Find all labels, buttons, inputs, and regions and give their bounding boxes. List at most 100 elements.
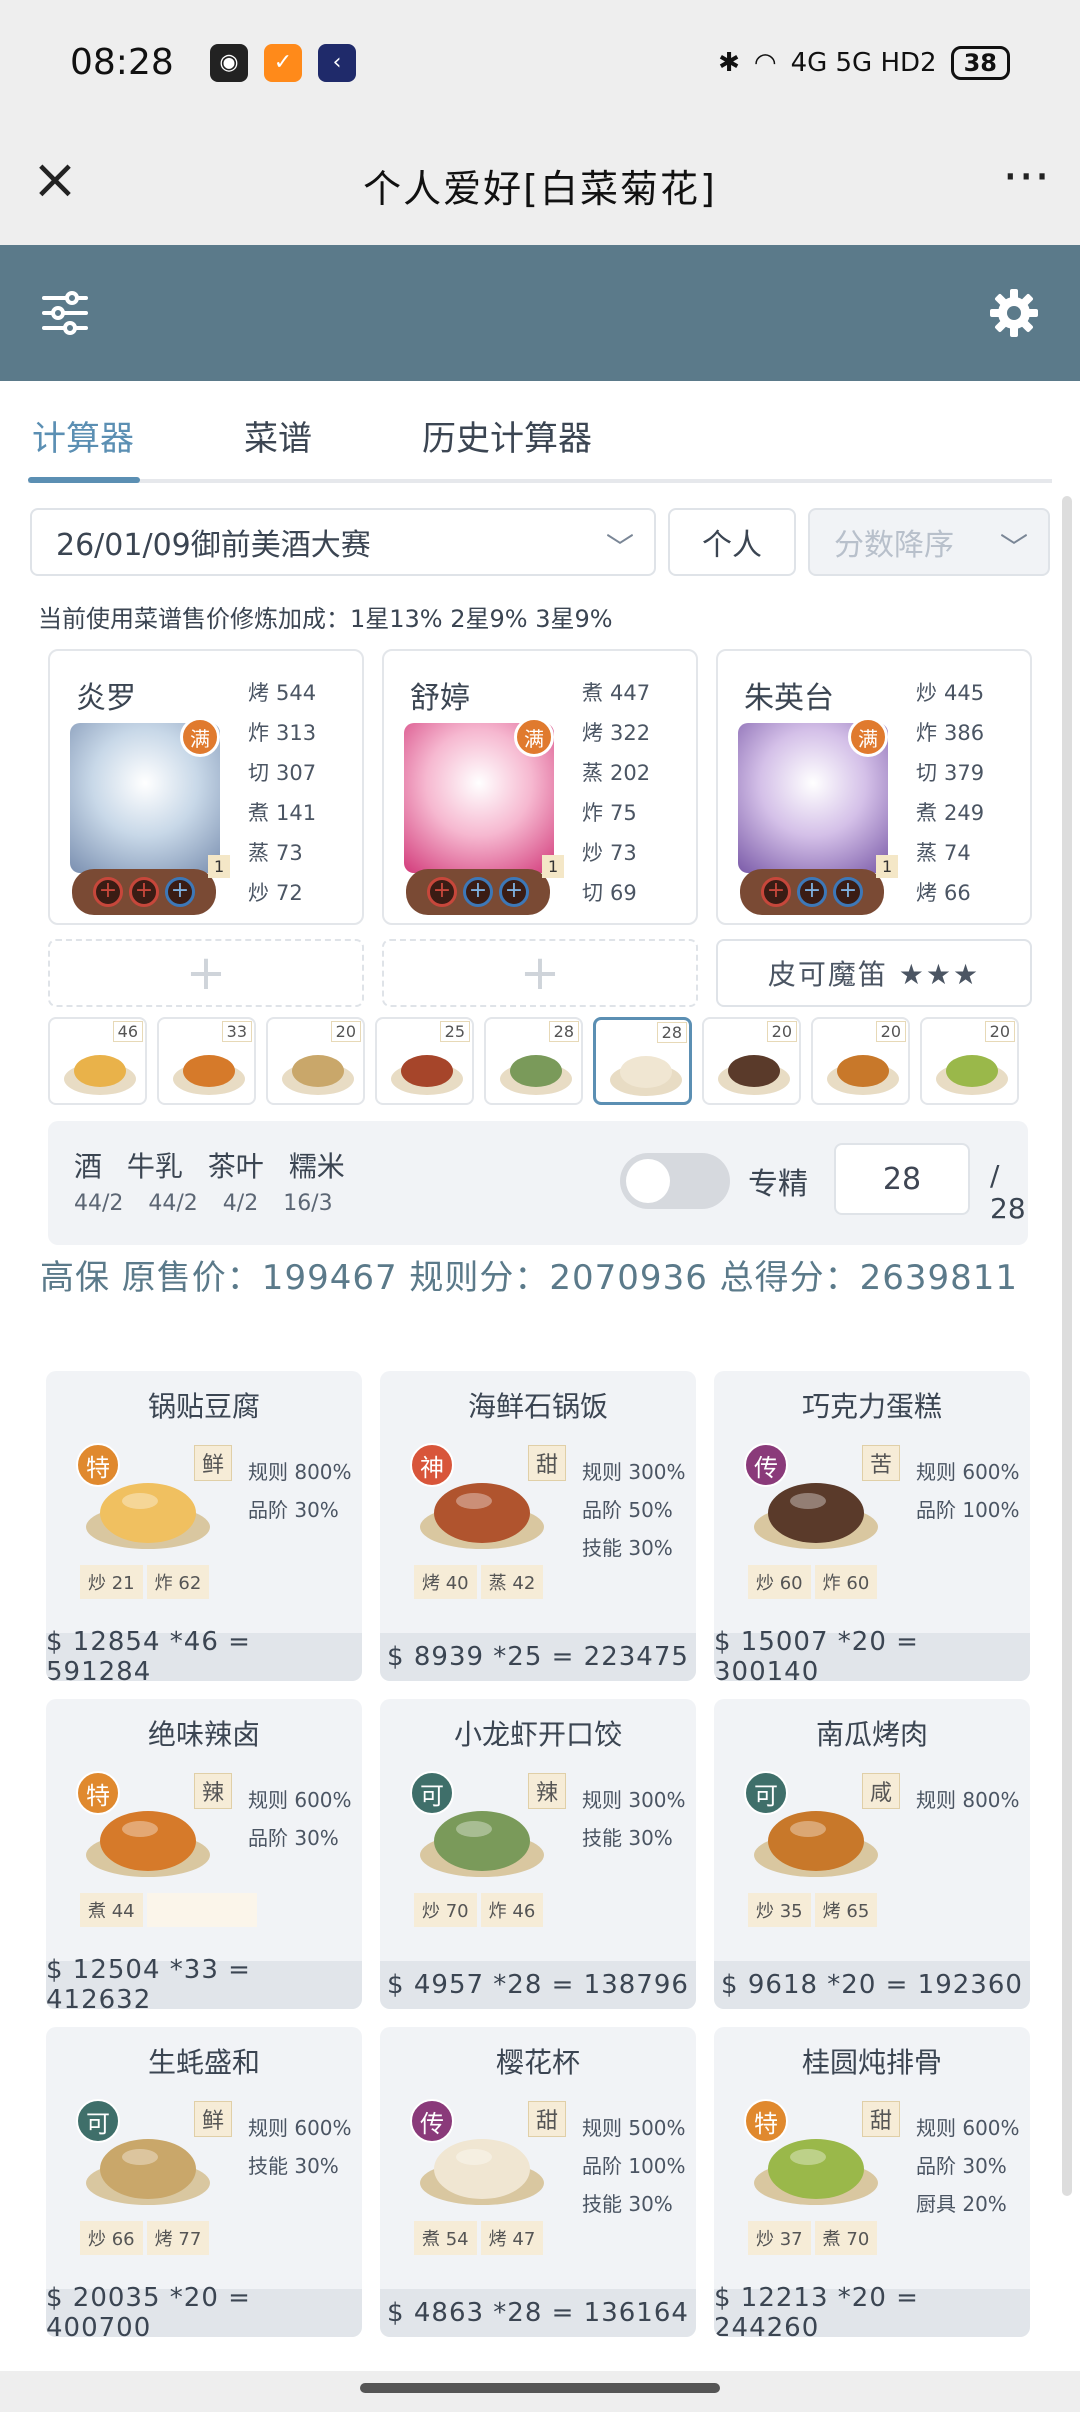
add-equipment-button[interactable]: + [382, 939, 698, 1007]
skill-row: 炸 386 [916, 721, 985, 745]
add-slot-icon[interactable]: + [427, 877, 457, 907]
rule-line: 品阶 30% [916, 2154, 1007, 2178]
bluetooth-icon: ✱ [718, 47, 740, 78]
dish-card[interactable]: 巧克力蛋糕传 苦规则 600% 品阶 100% 炒 60 炸 60 $ 15007 *20… [714, 1371, 1030, 1681]
recipe-thumbnail[interactable]: 20 [811, 1017, 910, 1105]
add-slot-icon[interactable]: + [463, 877, 493, 907]
dish-skill: 炒 66 [80, 2221, 143, 2255]
dish-flavor-tag: 鲜 [194, 1445, 232, 1481]
add-slot-icon[interactable]: + [499, 877, 529, 907]
tab-history-calculator[interactable]: 历史计算器 [422, 411, 592, 486]
mode-select[interactable]: 个人 [668, 508, 796, 576]
chef-card[interactable]: 朱英台 满 + + + 1 炒 445 炸 386 切 379 煮 249 蒸 74 烤 66 [716, 649, 1032, 925]
skill-row: 煮 141 [248, 801, 317, 825]
dish-card[interactable]: 樱花杯传 甜规则 500% 品阶 100% 技能 30% 煮 54 烤 47 $ 4863 … [380, 2027, 696, 2337]
quantity-input[interactable]: 28 [834, 1143, 970, 1215]
status-bar: 08:28 ◉ ✓ ‹ ✱ ◠ 4G 5G HD2 38 [0, 0, 1080, 125]
dish-flavor-tag: 辣 [194, 1773, 232, 1809]
add-slot-icon[interactable]: + [833, 877, 863, 907]
recipe-quantity: 33 [221, 1021, 252, 1042]
equipment-item[interactable]: 皮可魔笛 ★★★ [716, 939, 1032, 1007]
rule-line: 规则 500% [582, 2116, 686, 2140]
recipe-thumbnail[interactable]: 25 [375, 1017, 474, 1105]
dish-rank-badge: 可 [410, 1771, 454, 1815]
dish-name: 生蚝盛和 [147, 2046, 260, 2079]
more-options-icon[interactable]: ··· [1002, 152, 1050, 202]
add-equipment-button[interactable]: + [48, 939, 364, 1007]
dish-card[interactable]: 海鲜石锅饭神 甜规则 300% 品阶 50% 技能 30% 烤 40 蒸 42 $ 8939… [380, 1371, 696, 1681]
chef-full-badge: 满 [514, 717, 554, 757]
dish-skill: 炒 70 [414, 1893, 477, 1927]
rule-line: 品阶 50% [582, 1498, 673, 1522]
dish-price-formula: $ 12213 *20 = 244260 [714, 2283, 1030, 2337]
filter-sliders-icon[interactable] [40, 288, 90, 338]
status-app-icons: ◉ ✓ ‹ [210, 43, 356, 82]
gear-icon[interactable] [988, 287, 1040, 339]
recipe-thumbnail[interactable]: 20 [702, 1017, 801, 1105]
chef-equipment-slots[interactable]: + + + [72, 869, 216, 915]
sort-select[interactable]: 分数降序 ﹀ [808, 508, 1050, 576]
tab-recipes[interactable]: 菜谱 [244, 411, 312, 486]
add-slot-icon[interactable]: + [797, 877, 827, 907]
rule-line: 规则 600% [916, 1460, 1020, 1484]
recipe-thumbnail[interactable]: 33 [157, 1017, 256, 1105]
dish-card[interactable]: 小龙虾开口饺可 辣规则 300% 技能 30% 炒 70 炸 46 $ 4957 *28 … [380, 1699, 696, 2009]
dish-shape [620, 1056, 672, 1088]
recipe-thumbnail[interactable]: 20 [920, 1017, 1019, 1105]
close-icon[interactable]: × [28, 152, 82, 208]
tab-bar: 计算器 菜谱 历史计算器 [32, 411, 1052, 486]
skill-row: 烤 322 [582, 721, 651, 745]
event-select[interactable]: 26/01/09御前美酒大赛 ﹀ [30, 508, 656, 576]
add-slot-icon[interactable]: + [93, 877, 123, 907]
dish-card[interactable]: 南瓜烤肉可 咸规则 800% 炒 35 烤 65 $ 9618 *20 = 192360 [714, 1699, 1030, 2009]
dish-skill: 炸 60 [814, 1565, 878, 1599]
app-toolbar [0, 245, 1080, 381]
add-slot-icon[interactable]: + [165, 877, 195, 907]
chef-equipment-slots[interactable]: + + + [406, 869, 550, 915]
dish-price-formula: $ 9618 *20 = 192360 [714, 1961, 1030, 2009]
home-indicator[interactable] [360, 2383, 720, 2393]
dish-card[interactable]: 绝味辣卤特 辣规则 600% 品阶 30% 煮 44 $ 12504 *33 = 412… [46, 1699, 362, 2009]
dish-skill: 炒 35 [748, 1893, 811, 1927]
chef-equipment-slots[interactable]: + + + [740, 869, 884, 915]
chef-skills: 煮 447 烤 322 蒸 202 炸 75 炒 73 切 69 [582, 673, 650, 913]
chef-skills: 炒 445 炸 386 切 379 煮 249 蒸 74 烤 66 [916, 673, 984, 913]
chef-card[interactable]: 炎罗 满 + + + 1 烤 544 炸 313 切 307 煮 141 蒸 73 炒 72 [48, 649, 364, 925]
skill-row: 炸 313 [248, 721, 317, 745]
skill-row: 炸 75 [582, 801, 637, 825]
recipe-quantity: 20 [875, 1021, 906, 1042]
dish-card[interactable]: 桂圆炖排骨特 甜规则 600% 品阶 30% 厨具 20% 炒 37 煮 70 $ 1221… [714, 2027, 1030, 2337]
recipe-thumbnail[interactable]: 46 [48, 1017, 147, 1105]
skill-row: 烤 544 [248, 681, 317, 705]
dish-card[interactable]: 生蚝盛和可 鲜规则 600% 技能 30% 炒 66 烤 77 $ 20035 *20 =… [46, 2027, 362, 2337]
dish-rank-badge: 传 [744, 1443, 788, 1487]
chef-card[interactable]: 舒婷 满 + + + 1 煮 447 烤 322 蒸 202 炸 75 炒 73 切 69 [382, 649, 698, 925]
quantity-total: / 28 [990, 1159, 1026, 1225]
filter-row: 26/01/09御前美酒大赛 ﹀ 个人 分数降序 ﹀ [30, 508, 1050, 576]
recipe-thumbnail[interactable]: 28 [593, 1017, 692, 1105]
dish-skill: 炒 60 [748, 1565, 811, 1599]
add-slot-icon[interactable]: + [761, 877, 791, 907]
dish-skill: 炸 62 [146, 1565, 210, 1599]
dish-price-formula: $ 4863 *28 = 136164 [380, 2289, 696, 2337]
add-slot-icon[interactable]: + [129, 877, 159, 907]
dish-price-formula: $ 8939 *25 = 223475 [380, 1633, 696, 1681]
dish-rules: 规则 500% 品阶 100% 技能 30% [582, 2109, 686, 2223]
scrollbar[interactable] [1062, 496, 1072, 2196]
status-right: ✱ ◠ 4G 5G HD2 38 [718, 45, 1010, 80]
rule-line: 规则 600% [248, 2116, 352, 2140]
rule-line: 品阶 100% [582, 2154, 686, 2178]
dish-card[interactable]: 锅贴豆腐特 鲜规则 800% 品阶 30% 炒 21 炸 62 $ 12854 *46 =… [46, 1371, 362, 1681]
skill-row: 切 307 [248, 761, 317, 785]
rule-line: 厨具 20% [916, 2192, 1007, 2216]
dish-name: 绝味辣卤 [147, 1718, 260, 1751]
dish-flavor-tag: 辣 [528, 1773, 566, 1809]
skill-row: 蒸 74 [916, 841, 971, 865]
tab-calculator[interactable]: 计算器 [32, 411, 134, 486]
dish-flavor-tag: 甜 [862, 2101, 900, 2137]
recipe-thumbnail[interactable]: 28 [484, 1017, 583, 1105]
recipe-thumbnail[interactable]: 20 [266, 1017, 365, 1105]
dish-skill: 炒 37 [748, 2221, 811, 2255]
dish-shape [74, 1055, 126, 1087]
specialize-toggle[interactable] [620, 1153, 730, 1209]
